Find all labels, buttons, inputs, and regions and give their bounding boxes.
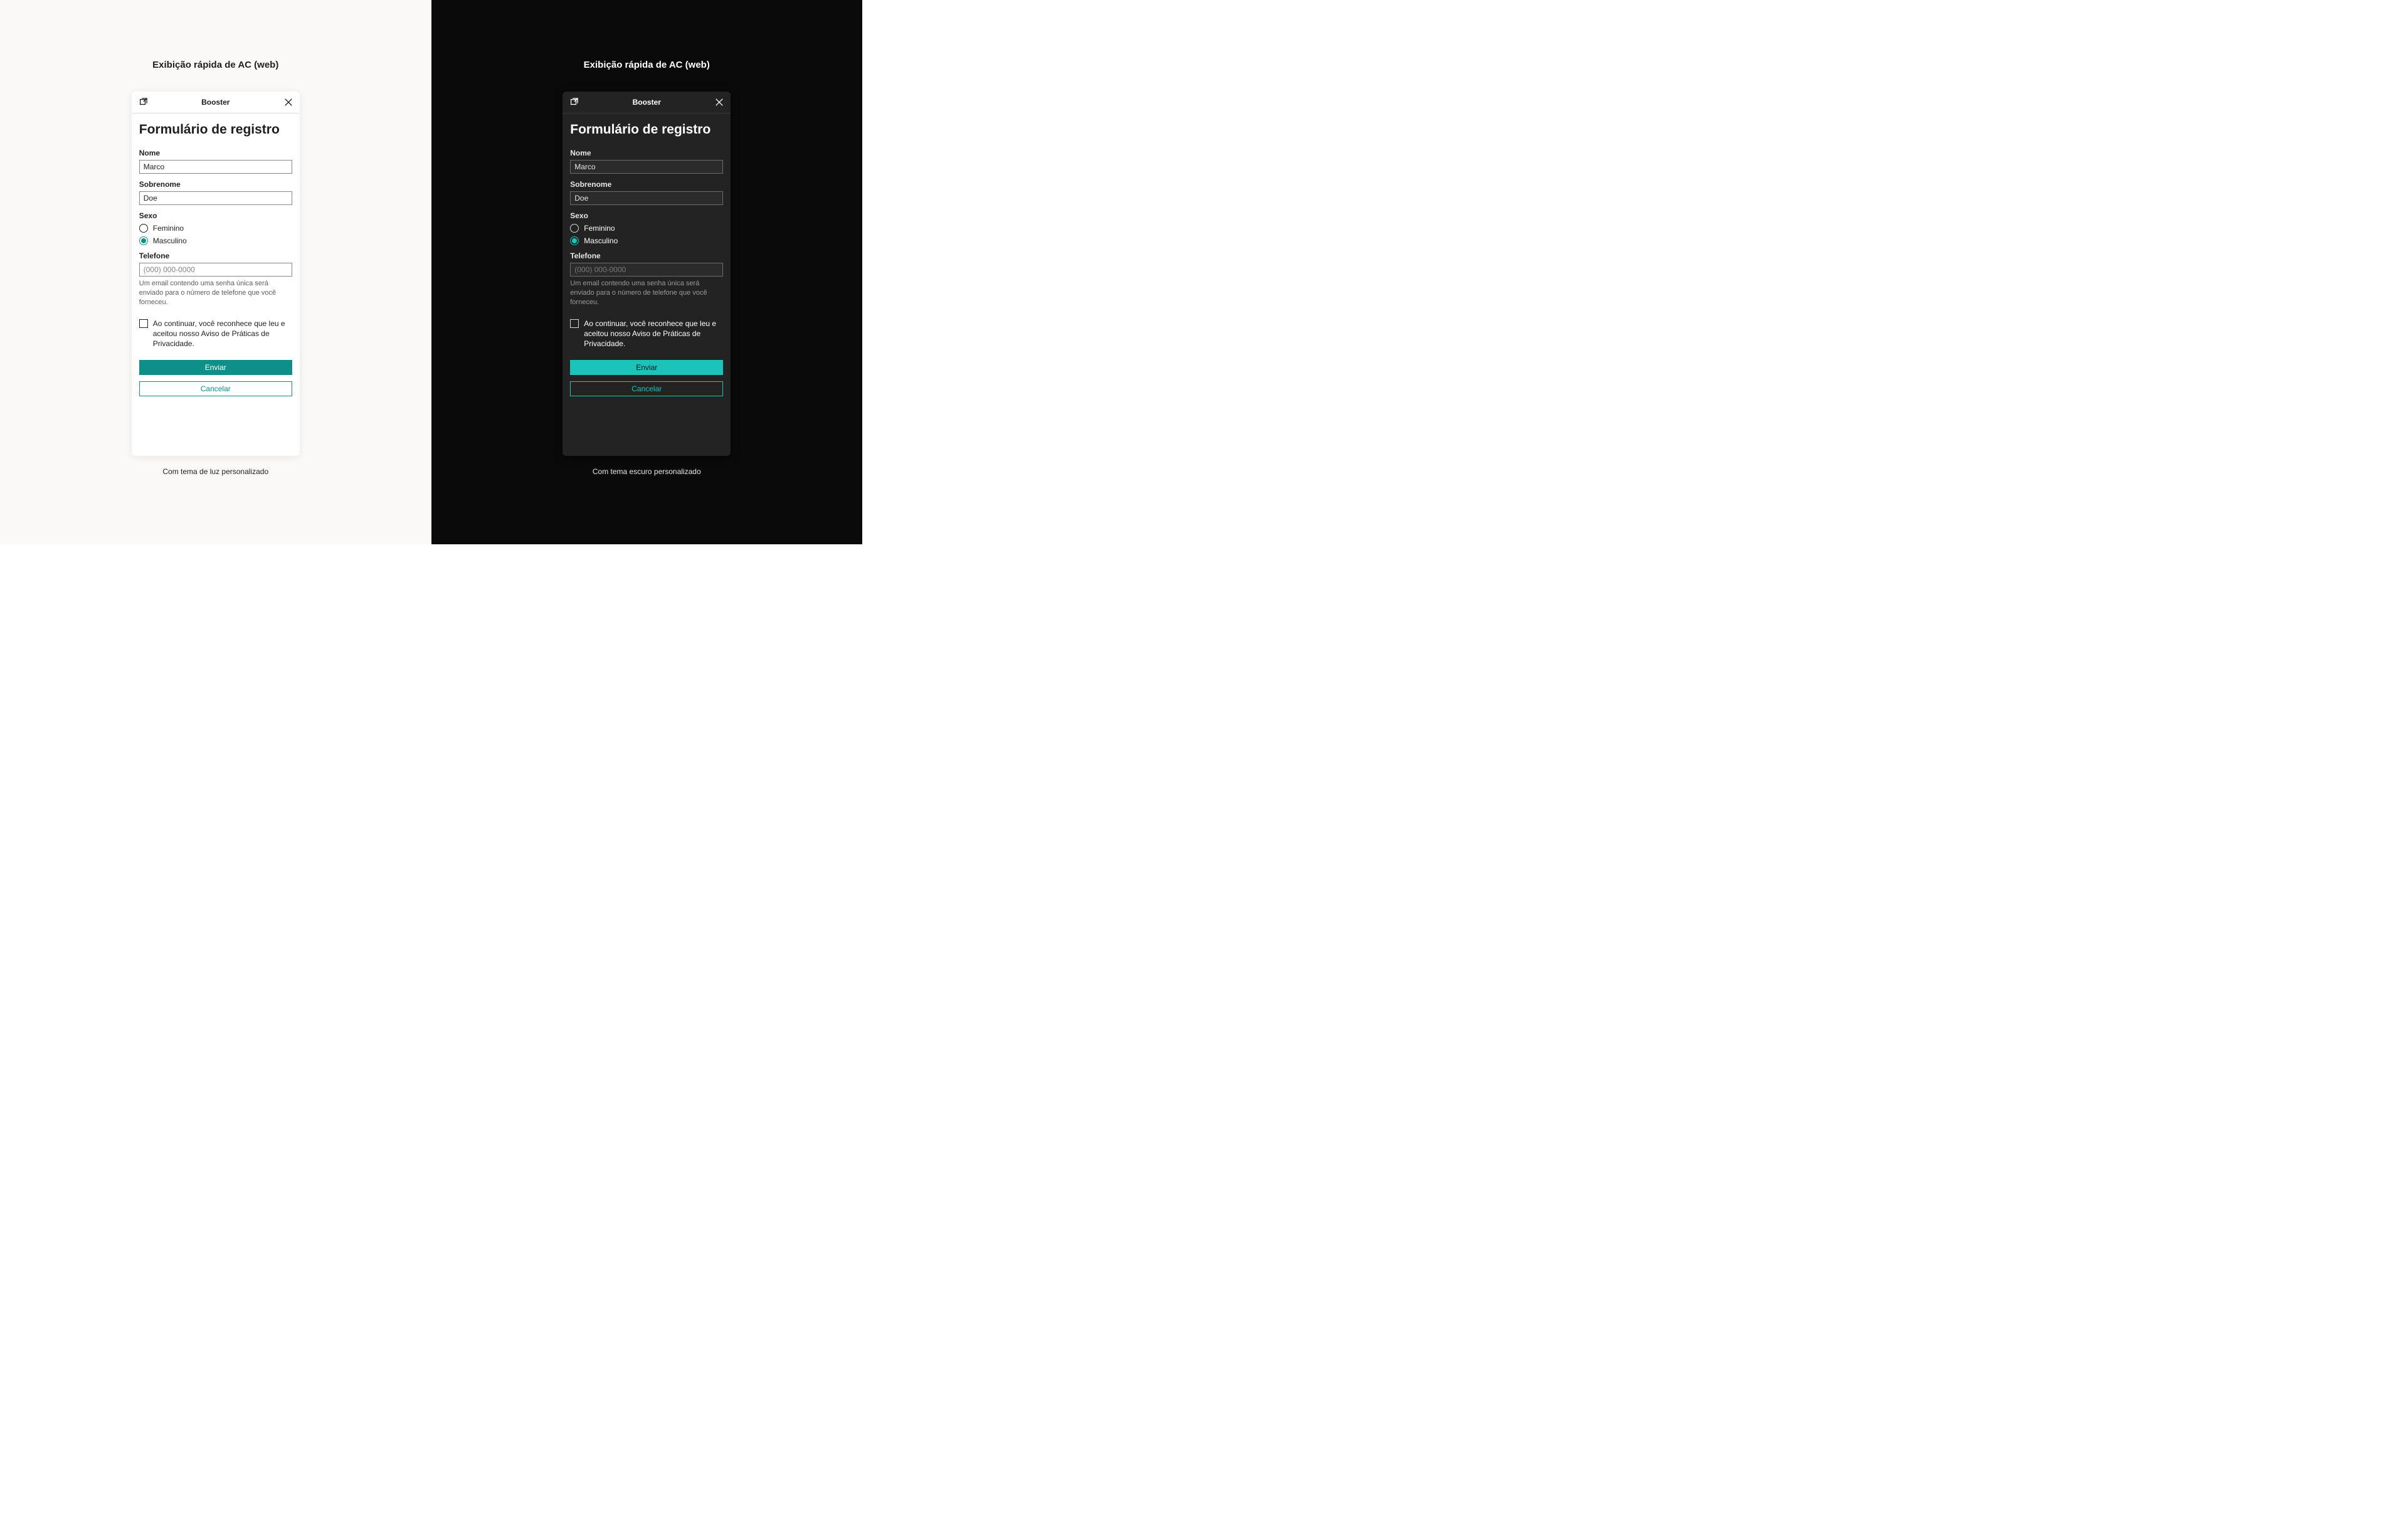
popout-icon[interactable] — [138, 97, 148, 107]
radio-label: Feminino — [153, 224, 184, 233]
card-header: Booster — [562, 92, 731, 113]
phone-field: Telefone Um email contendo uma senha úni… — [570, 251, 723, 307]
radio-label: Feminino — [584, 224, 615, 233]
radio-label: Masculino — [153, 236, 187, 245]
quickview-card-light: Booster Formulário de registro Nome Sobr… — [132, 92, 300, 456]
last-name-label: Sobrenome — [570, 180, 723, 189]
checkbox-icon — [139, 319, 148, 328]
sex-option-masculino[interactable]: Masculino — [139, 236, 292, 245]
last-name-field: Sobrenome — [139, 180, 292, 205]
phone-input[interactable] — [570, 263, 723, 277]
sex-field: Sexo Feminino Masculino — [139, 211, 292, 245]
cancel-button[interactable]: Cancelar — [570, 381, 723, 396]
popout-icon[interactable] — [569, 97, 579, 107]
phone-label: Telefone — [570, 251, 723, 260]
close-icon[interactable] — [714, 97, 724, 107]
phone-helper: Um email contendo uma senha única será e… — [570, 279, 723, 307]
column-caption: Com tema de luz personalizado — [162, 467, 268, 476]
radio-icon — [570, 224, 579, 233]
phone-helper: Um email contendo uma senha única será e… — [139, 279, 292, 307]
phone-field: Telefone Um email contendo uma senha úni… — [139, 251, 292, 307]
consent-label: Ao continuar, você reconhece que leu e a… — [584, 319, 723, 349]
card-title: Booster — [562, 98, 731, 107]
close-icon[interactable] — [283, 97, 293, 107]
radio-icon — [570, 236, 579, 245]
consent-checkbox-row[interactable]: Ao continuar, você reconhece que leu e a… — [570, 319, 723, 349]
last-name-input[interactable] — [139, 191, 292, 205]
radio-icon — [139, 224, 148, 233]
first-name-input[interactable] — [570, 160, 723, 174]
card-body: Formulário de registro Nome Sobrenome Se… — [132, 113, 300, 456]
consent-label: Ao continuar, você reconhece que leu e a… — [153, 319, 292, 349]
light-theme-column: Exibição rápida de AC (web) Booster Form… — [0, 0, 431, 544]
sex-field: Sexo Feminino Masculino — [570, 211, 723, 245]
phone-input[interactable] — [139, 263, 292, 277]
cancel-button[interactable]: Cancelar — [139, 381, 292, 396]
form-title: Formulário de registro — [570, 122, 723, 137]
sex-label: Sexo — [570, 211, 723, 220]
last-name-input[interactable] — [570, 191, 723, 205]
sex-label: Sexo — [139, 211, 292, 220]
first-name-label: Nome — [139, 149, 292, 157]
checkbox-icon — [570, 319, 579, 328]
sex-option-masculino[interactable]: Masculino — [570, 236, 723, 245]
last-name-label: Sobrenome — [139, 180, 292, 189]
first-name-label: Nome — [570, 149, 723, 157]
submit-button[interactable]: Enviar — [139, 360, 292, 375]
card-header: Booster — [132, 92, 300, 113]
column-title: Exibição rápida de AC (web) — [584, 60, 710, 70]
sex-option-feminino[interactable]: Feminino — [570, 224, 723, 233]
submit-button[interactable]: Enviar — [570, 360, 723, 375]
card-title: Booster — [132, 98, 300, 107]
column-title: Exibição rápida de AC (web) — [152, 60, 278, 70]
quickview-card-dark: Booster Formulário de registro Nome Sobr… — [562, 92, 731, 456]
dark-theme-column: Exibição rápida de AC (web) Booster Form… — [431, 0, 863, 544]
last-name-field: Sobrenome — [570, 180, 723, 205]
sex-option-feminino[interactable]: Feminino — [139, 224, 292, 233]
form-title: Formulário de registro — [139, 122, 292, 137]
consent-checkbox-row[interactable]: Ao continuar, você reconhece que leu e a… — [139, 319, 292, 349]
first-name-field: Nome — [139, 149, 292, 174]
card-body: Formulário de registro Nome Sobrenome Se… — [562, 113, 731, 456]
first-name-field: Nome — [570, 149, 723, 174]
radio-label: Masculino — [584, 236, 618, 245]
first-name-input[interactable] — [139, 160, 292, 174]
phone-label: Telefone — [139, 251, 292, 260]
radio-icon — [139, 236, 148, 245]
column-caption: Com tema escuro personalizado — [593, 467, 701, 476]
